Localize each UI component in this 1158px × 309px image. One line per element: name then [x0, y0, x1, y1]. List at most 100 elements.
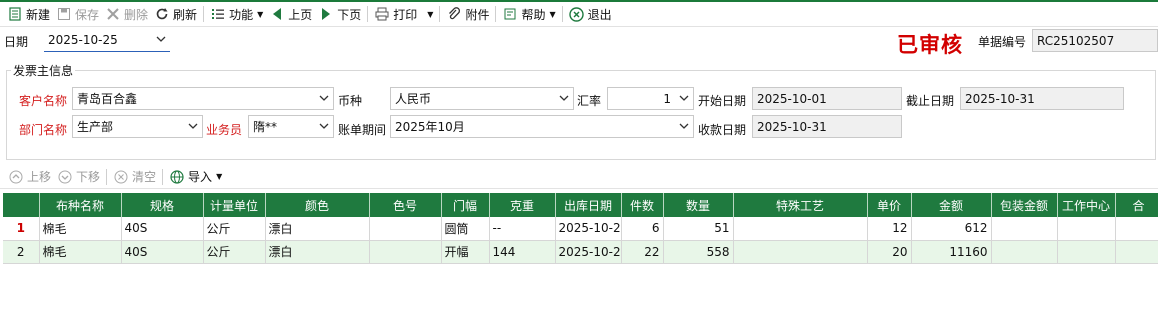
rate-label: 汇率: [577, 94, 602, 108]
cell-work-center[interactable]: [1057, 240, 1116, 264]
print-dropdown-button[interactable]: ▼: [420, 3, 436, 25]
row-index: 1: [3, 217, 40, 241]
delete-button[interactable]: 删除: [102, 3, 151, 25]
col-header-spec[interactable]: 规格: [121, 193, 204, 217]
caret-down-icon: ▼: [257, 9, 264, 19]
cell-width[interactable]: 开幅: [441, 240, 490, 264]
chevron-down-icon: [319, 123, 329, 129]
col-header-color-no[interactable]: 色号: [369, 193, 442, 217]
col-header-amount[interactable]: 金额: [911, 193, 992, 217]
table-row[interactable]: 2 棉毛 40S 公斤 漂白 开幅 144 2025-10-2 22 558 2…: [3, 240, 1158, 264]
toolbar-divider: [106, 168, 108, 185]
clear-button[interactable]: 清空: [110, 166, 159, 188]
cell-weight[interactable]: 144: [489, 240, 556, 264]
cell-pieces[interactable]: 22: [621, 240, 664, 264]
col-header-more[interactable]: 合: [1115, 193, 1158, 217]
cell-qty[interactable]: 558: [663, 240, 734, 264]
cell-qty[interactable]: 51: [663, 217, 734, 241]
col-header-price[interactable]: 单价: [867, 193, 912, 217]
cell-color-no[interactable]: [369, 217, 442, 241]
customer-select[interactable]: 青岛百合鑫: [72, 87, 334, 110]
save-icon: [56, 6, 72, 22]
cell-width[interactable]: 圆筒: [441, 217, 490, 241]
cell-more[interactable]: [1115, 217, 1158, 241]
cell-more[interactable]: [1115, 240, 1158, 264]
toolbar-divider: [203, 6, 205, 22]
cell-unit[interactable]: 公斤: [203, 240, 266, 264]
cell-fabric[interactable]: 棉毛: [39, 217, 122, 241]
cell-weight[interactable]: --: [489, 217, 556, 241]
arrow-right-icon: [318, 6, 334, 22]
currency-value: 人民币: [395, 92, 432, 106]
cell-spec[interactable]: 40S: [121, 240, 204, 264]
col-header-index[interactable]: [3, 193, 40, 217]
table-row[interactable]: 1 棉毛 40S 公斤 漂白 圆筒 -- 2025-10-2 6 51 12 6…: [3, 217, 1158, 241]
cell-amount[interactable]: 11160: [911, 240, 992, 264]
cell-price[interactable]: 20: [867, 240, 912, 264]
col-header-unit[interactable]: 计量单位: [203, 193, 266, 217]
dept-select[interactable]: 生产部: [72, 115, 203, 138]
prev-page-button[interactable]: 上页: [266, 3, 315, 25]
col-header-qty[interactable]: 数量: [663, 193, 734, 217]
col-header-pieces[interactable]: 件数: [621, 193, 664, 217]
date-label: 日期: [4, 35, 29, 49]
move-up-button[interactable]: 上移: [5, 166, 54, 188]
chevron-down-icon: [156, 36, 166, 42]
cell-color-no[interactable]: [369, 240, 442, 264]
col-header-color[interactable]: 颜色: [265, 193, 370, 217]
cell-fabric[interactable]: 棉毛: [39, 240, 122, 264]
col-header-work-center[interactable]: 工作中心: [1057, 193, 1116, 217]
rate-value: 1: [663, 91, 671, 106]
print-button[interactable]: 打印: [371, 3, 420, 25]
cell-amount[interactable]: 612: [911, 217, 992, 241]
period-label: 账单期间: [338, 123, 387, 137]
start-date-field[interactable]: 2025-10-01: [752, 87, 902, 110]
col-header-out-date[interactable]: 出库日期: [555, 193, 622, 217]
cell-pack-amount[interactable]: [991, 217, 1058, 241]
globe-icon: [169, 169, 185, 185]
end-date-field[interactable]: 2025-10-31: [960, 87, 1124, 110]
cell-color[interactable]: 漂白: [265, 240, 370, 264]
save-button[interactable]: 保存: [53, 3, 102, 25]
help-book-icon: [502, 6, 518, 22]
cell-special[interactable]: [733, 217, 868, 241]
customer-value: 青岛百合鑫: [77, 92, 138, 106]
salesman-label: 业务员: [206, 123, 243, 137]
cell-out-date[interactable]: 2025-10-2: [555, 240, 622, 264]
col-header-weight[interactable]: 克重: [489, 193, 556, 217]
period-select[interactable]: 2025年10月: [390, 115, 694, 138]
cell-special[interactable]: [733, 240, 868, 264]
help-menu-button[interactable]: 帮助 ▼: [499, 3, 558, 25]
cell-price[interactable]: 12: [867, 217, 912, 241]
currency-select[interactable]: 人民币: [390, 87, 574, 110]
doc-no-field[interactable]: RC25102507: [1032, 29, 1158, 52]
cell-work-center[interactable]: [1057, 217, 1116, 241]
import-menu-button[interactable]: 导入 ▼: [166, 166, 225, 188]
col-header-special[interactable]: 特殊工艺: [733, 193, 868, 217]
clear-label: 清空: [132, 170, 157, 184]
cell-pack-amount[interactable]: [991, 240, 1058, 264]
new-label: 新建: [26, 7, 51, 22]
refresh-button[interactable]: 刷新: [151, 3, 200, 25]
exit-button[interactable]: 退出: [566, 3, 615, 25]
cell-unit[interactable]: 公斤: [203, 217, 266, 241]
new-button[interactable]: 新建: [4, 3, 53, 25]
cell-pieces[interactable]: 6: [621, 217, 664, 241]
salesman-select[interactable]: 隋**: [248, 115, 334, 138]
col-header-fabric[interactable]: 布种名称: [39, 193, 122, 217]
col-header-pack-amount[interactable]: 包装金额: [991, 193, 1058, 217]
attachment-button[interactable]: 附件: [443, 3, 492, 25]
cell-color[interactable]: 漂白: [265, 217, 370, 241]
cell-spec[interactable]: 40S: [121, 217, 204, 241]
collect-date-field[interactable]: 2025-10-31: [752, 115, 902, 138]
function-menu-button[interactable]: 功能 ▼: [207, 3, 266, 25]
rate-select[interactable]: 1: [607, 87, 694, 110]
next-page-button[interactable]: 下页: [315, 3, 364, 25]
move-down-button[interactable]: 下移: [54, 166, 103, 188]
dept-label: 部门名称: [19, 123, 68, 137]
date-picker[interactable]: 2025-10-25: [44, 29, 170, 52]
cell-out-date[interactable]: 2025-10-2: [555, 217, 622, 241]
dept-value: 生产部: [77, 120, 114, 134]
toolbar-divider: [162, 168, 164, 185]
col-header-width[interactable]: 门幅: [441, 193, 490, 217]
